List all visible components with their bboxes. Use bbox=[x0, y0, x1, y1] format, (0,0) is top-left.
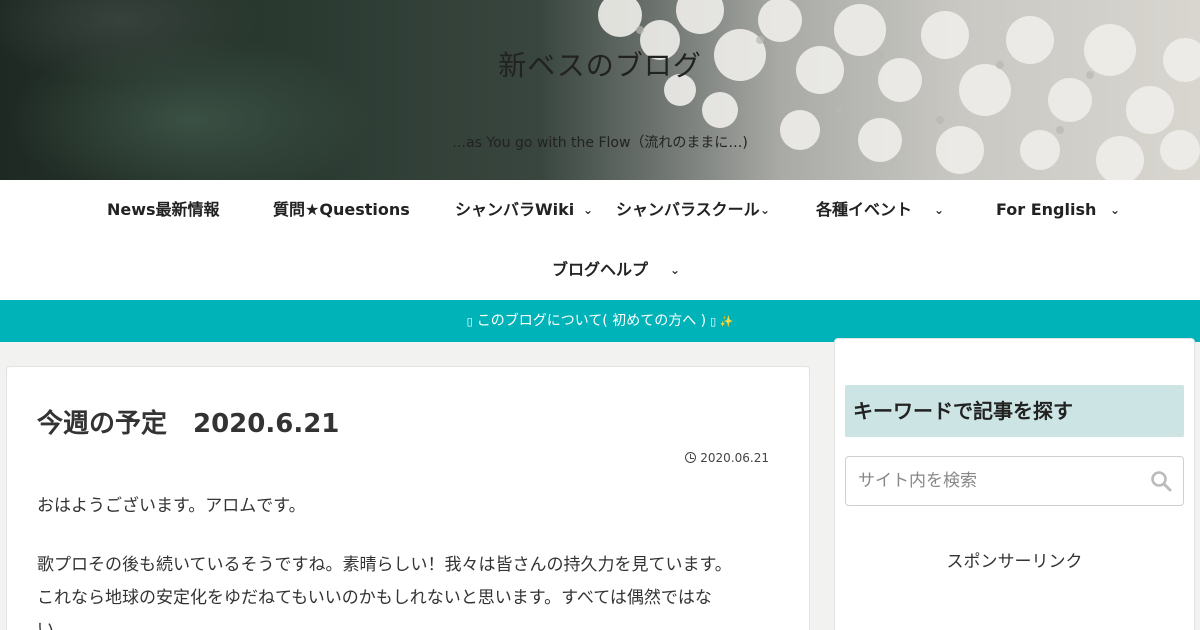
article-card: 今週の予定 2020.6.21 2020.06.21 おはようございます。アロム… bbox=[6, 366, 810, 630]
post-date: 2020.06.21 bbox=[685, 451, 769, 465]
nav-item-for-english[interactable]: For English ⌄ bbox=[996, 180, 1120, 240]
notice-right-icon: ▯ ✨ bbox=[710, 315, 734, 328]
nav-item-shambhala-school[interactable]: シャンバラスクール ⌄ bbox=[616, 180, 770, 240]
notice-link-text[interactable]: このブログについて( 初めての方へ ) bbox=[477, 313, 706, 329]
chevron-down-icon: ⌄ bbox=[670, 263, 681, 277]
nav-item-label: ブログヘルプ bbox=[552, 260, 649, 279]
nav-item-events[interactable]: 各種イベント ⌄ bbox=[816, 180, 944, 240]
nav-item-label: 各種イベント bbox=[816, 200, 913, 219]
search-widget-title: キーワードで記事を探す bbox=[845, 385, 1184, 437]
search-form bbox=[845, 456, 1184, 506]
article-paragraph: これなら地球の安定化をゆだねてもいいのかもしれないと思います。すべては偶然ではな bbox=[37, 588, 712, 608]
search-icon[interactable] bbox=[1149, 469, 1173, 493]
global-navigation: News最新情報 質問★Questions シャンバラWiki ⌄ シャンバラス… bbox=[0, 180, 1200, 300]
article-paragraph: い。 bbox=[37, 620, 71, 630]
notice-left-icon: ▯ bbox=[466, 315, 473, 328]
chevron-down-icon: ⌄ bbox=[760, 203, 771, 217]
nav-item-label: For English bbox=[996, 200, 1097, 219]
site-subtitle: …as You go with the Flow（流れのままに…) bbox=[452, 135, 748, 151]
sidebar: キーワードで記事を探す スポンサーリンク bbox=[834, 338, 1195, 630]
nav-item-label: 質問★Questions bbox=[273, 200, 410, 219]
sponsor-link-label: スポンサーリンク bbox=[946, 552, 1083, 572]
chevron-down-icon: ⌄ bbox=[1110, 203, 1121, 217]
nav-item-shambhala-wiki[interactable]: シャンバラWiki ⌄ bbox=[455, 180, 593, 240]
nav-item-label: シャンバラスクール bbox=[616, 200, 760, 219]
site-title[interactable]: 新ベスのブログ bbox=[0, 44, 1200, 84]
chevron-down-icon: ⌄ bbox=[934, 203, 945, 217]
header-hydrangea-image bbox=[598, 0, 1200, 180]
post-date-text: 2020.06.21 bbox=[700, 451, 769, 465]
search-input[interactable] bbox=[847, 458, 1137, 504]
article-paragraph: 歌プロその後も続いているそうですね。素晴らしい！我々は皆さんの持久力を見ています… bbox=[37, 555, 732, 575]
chevron-down-icon: ⌄ bbox=[583, 203, 594, 217]
nav-item-questions[interactable]: 質問★Questions bbox=[273, 180, 410, 240]
article-title: 今週の予定 2020.6.21 bbox=[37, 409, 340, 439]
nav-item-label: News最新情報 bbox=[107, 200, 220, 219]
nav-item-news[interactable]: News最新情報 bbox=[107, 180, 220, 240]
article-paragraph: おはようございます。アロムです。 bbox=[37, 496, 306, 516]
nav-item-label: シャンバラWiki bbox=[455, 200, 575, 219]
notice-bar[interactable]: ▯ このブログについて( 初めての方へ ) ▯ ✨ bbox=[0, 300, 1200, 342]
clock-icon bbox=[685, 452, 697, 463]
site-header: 新ベスのブログ …as You go with the Flow（流れのままに…… bbox=[0, 0, 1200, 180]
nav-item-blog-help[interactable]: ブログヘルプ ⌄ bbox=[552, 240, 680, 300]
